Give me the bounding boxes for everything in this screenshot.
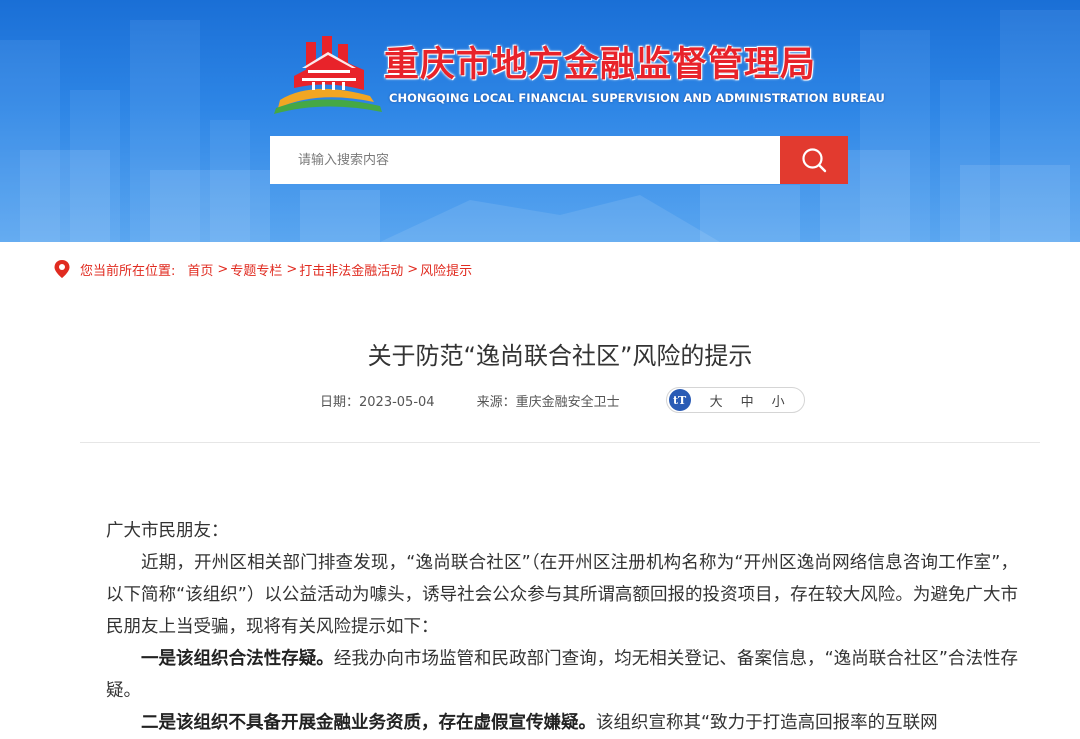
font-size-icon: tT <box>668 389 691 411</box>
bureau-emblem-icon <box>274 36 382 114</box>
breadcrumb-risk-alerts[interactable]: 风险提示 <box>420 260 472 279</box>
search-icon <box>802 148 827 173</box>
search-input[interactable] <box>270 136 780 184</box>
location-pin-icon <box>54 260 70 278</box>
article-paragraph: 近期，开州区相关部门排查发现，“逸尚联合社区”（在开州区注册机构名称为“开州区逸… <box>106 553 1018 637</box>
font-size-medium-button[interactable]: 中 <box>741 391 754 410</box>
article-title: 关于防范“逸尚联合社区”风险的提示 <box>367 342 753 370</box>
header-divider <box>80 442 1040 443</box>
article-point-1: 一是该组织合法性存疑。经我办向市场监管和民政部门查询，均无相关登记、备案信息，“… <box>106 643 1018 707</box>
breadcrumb-anti-illegal-finance[interactable]: 打击非法金融活动 <box>299 260 403 279</box>
breadcrumb-special-topics[interactable]: 专题专栏 <box>230 260 282 279</box>
article-source: 来源：重庆金融安全卫士 <box>476 394 620 410</box>
breadcrumb: 您当前所在位置: 首页 > 专题专栏 > 打击非法金融活动 > 风险提示 <box>54 258 472 280</box>
site-logo[interactable]: 重庆市地方金融监督管理局 CHONGQING LOCAL FINANCIAL S… <box>272 30 885 116</box>
breadcrumb-separator: > <box>217 261 229 277</box>
point-2-text: 该组织宣称其“致力于打造高回报率的互联网 <box>596 713 938 733</box>
breadcrumb-separator: > <box>286 261 298 277</box>
breadcrumb-separator: > <box>407 261 419 277</box>
font-size-large-button[interactable]: 大 <box>710 391 723 410</box>
site-header: 重庆市地方金融监督管理局 CHONGQING LOCAL FINANCIAL S… <box>0 0 1080 242</box>
article-body: 广大市民朋友： 近期，开州区相关部门排查发现，“逸尚联合社区”（在开州区注册机构… <box>106 515 1018 739</box>
article-point-2: 二是该组织不具备开展金融业务资质，存在虚假宣传嫌疑。该组织宣称其“致力于打造高回… <box>106 707 1018 739</box>
site-subtitle: CHONGQING LOCAL FINANCIAL SUPERVISION AN… <box>389 91 885 105</box>
site-title: 重庆市地方金融监督管理局 <box>384 45 817 85</box>
font-size-small-button[interactable]: 小 <box>772 391 785 410</box>
article-meta: 日期：2023-05-04 来源：重庆金融安全卫士 tT 大 中 小 <box>320 387 805 413</box>
point-2-heading: 二是该组织不具备开展金融业务资质，存在虚假宣传嫌疑。 <box>141 713 596 733</box>
breadcrumb-label: 您当前所在位置: <box>80 263 176 279</box>
article-greeting: 广大市民朋友： <box>106 521 229 541</box>
article-date: 日期：2023-05-04 <box>320 394 435 410</box>
font-size-switcher: tT 大 中 小 <box>665 387 805 413</box>
breadcrumb-home[interactable]: 首页 <box>187 260 213 279</box>
search-button[interactable] <box>780 136 848 184</box>
search-bar <box>270 136 848 184</box>
point-1-heading: 一是该组织合法性存疑。 <box>141 649 334 669</box>
